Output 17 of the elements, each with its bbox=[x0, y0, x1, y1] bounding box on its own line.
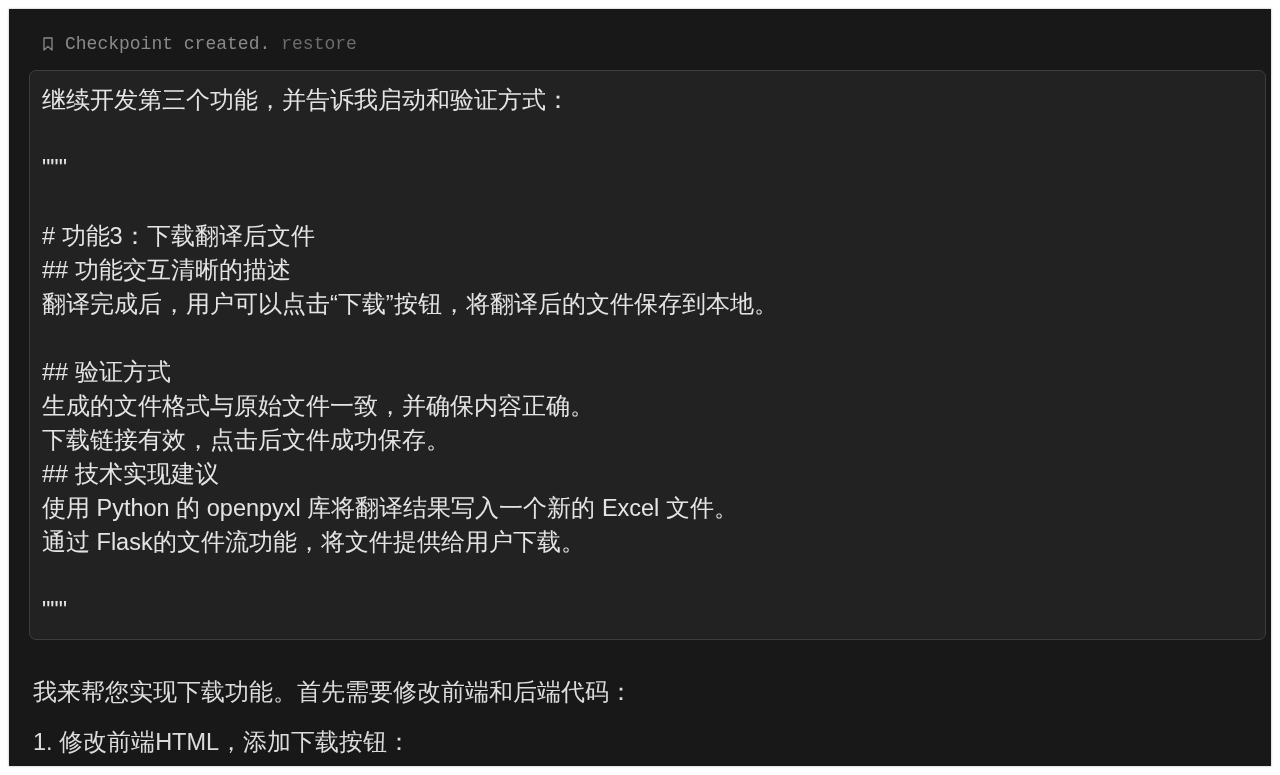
response-text: 我来帮您实现下载功能。首先需要修改前端和后端代码： bbox=[33, 678, 633, 707]
message-line: 继续开发第三个功能，并告诉我启动和验证方式： bbox=[42, 86, 570, 115]
message-line: ## 技术实现建议 bbox=[42, 460, 219, 489]
bookmark-icon bbox=[43, 37, 53, 51]
restore-link[interactable]: restore bbox=[281, 34, 357, 54]
message-line: # 功能3：下载翻译后文件 bbox=[42, 222, 315, 251]
message-line: 下载链接有效，点击后文件成功保存。 bbox=[42, 426, 450, 455]
message-line: 翻译完成后，用户可以点击“下载”按钮，将翻译后的文件保存到本地。 bbox=[42, 290, 778, 319]
message-line: 使用 Python 的 openpyxl 库将翻译结果写入一个新的 Excel 文件。 bbox=[42, 494, 738, 523]
message-line: ## 验证方式 bbox=[42, 358, 171, 387]
message-line: ## 功能交互清晰的描述 bbox=[42, 256, 291, 285]
message-line: """ bbox=[42, 154, 68, 183]
message-line: 生成的文件格式与原始文件一致，并确保内容正确。 bbox=[42, 392, 594, 421]
response-text: 1. 修改前端HTML，添加下载按钮： bbox=[33, 728, 412, 757]
message-line: 通过 Flask的文件流功能，将文件提供给用户下载。 bbox=[42, 528, 585, 557]
checkpoint-label: Checkpoint created. bbox=[65, 34, 271, 54]
message-line: """ bbox=[42, 596, 68, 625]
